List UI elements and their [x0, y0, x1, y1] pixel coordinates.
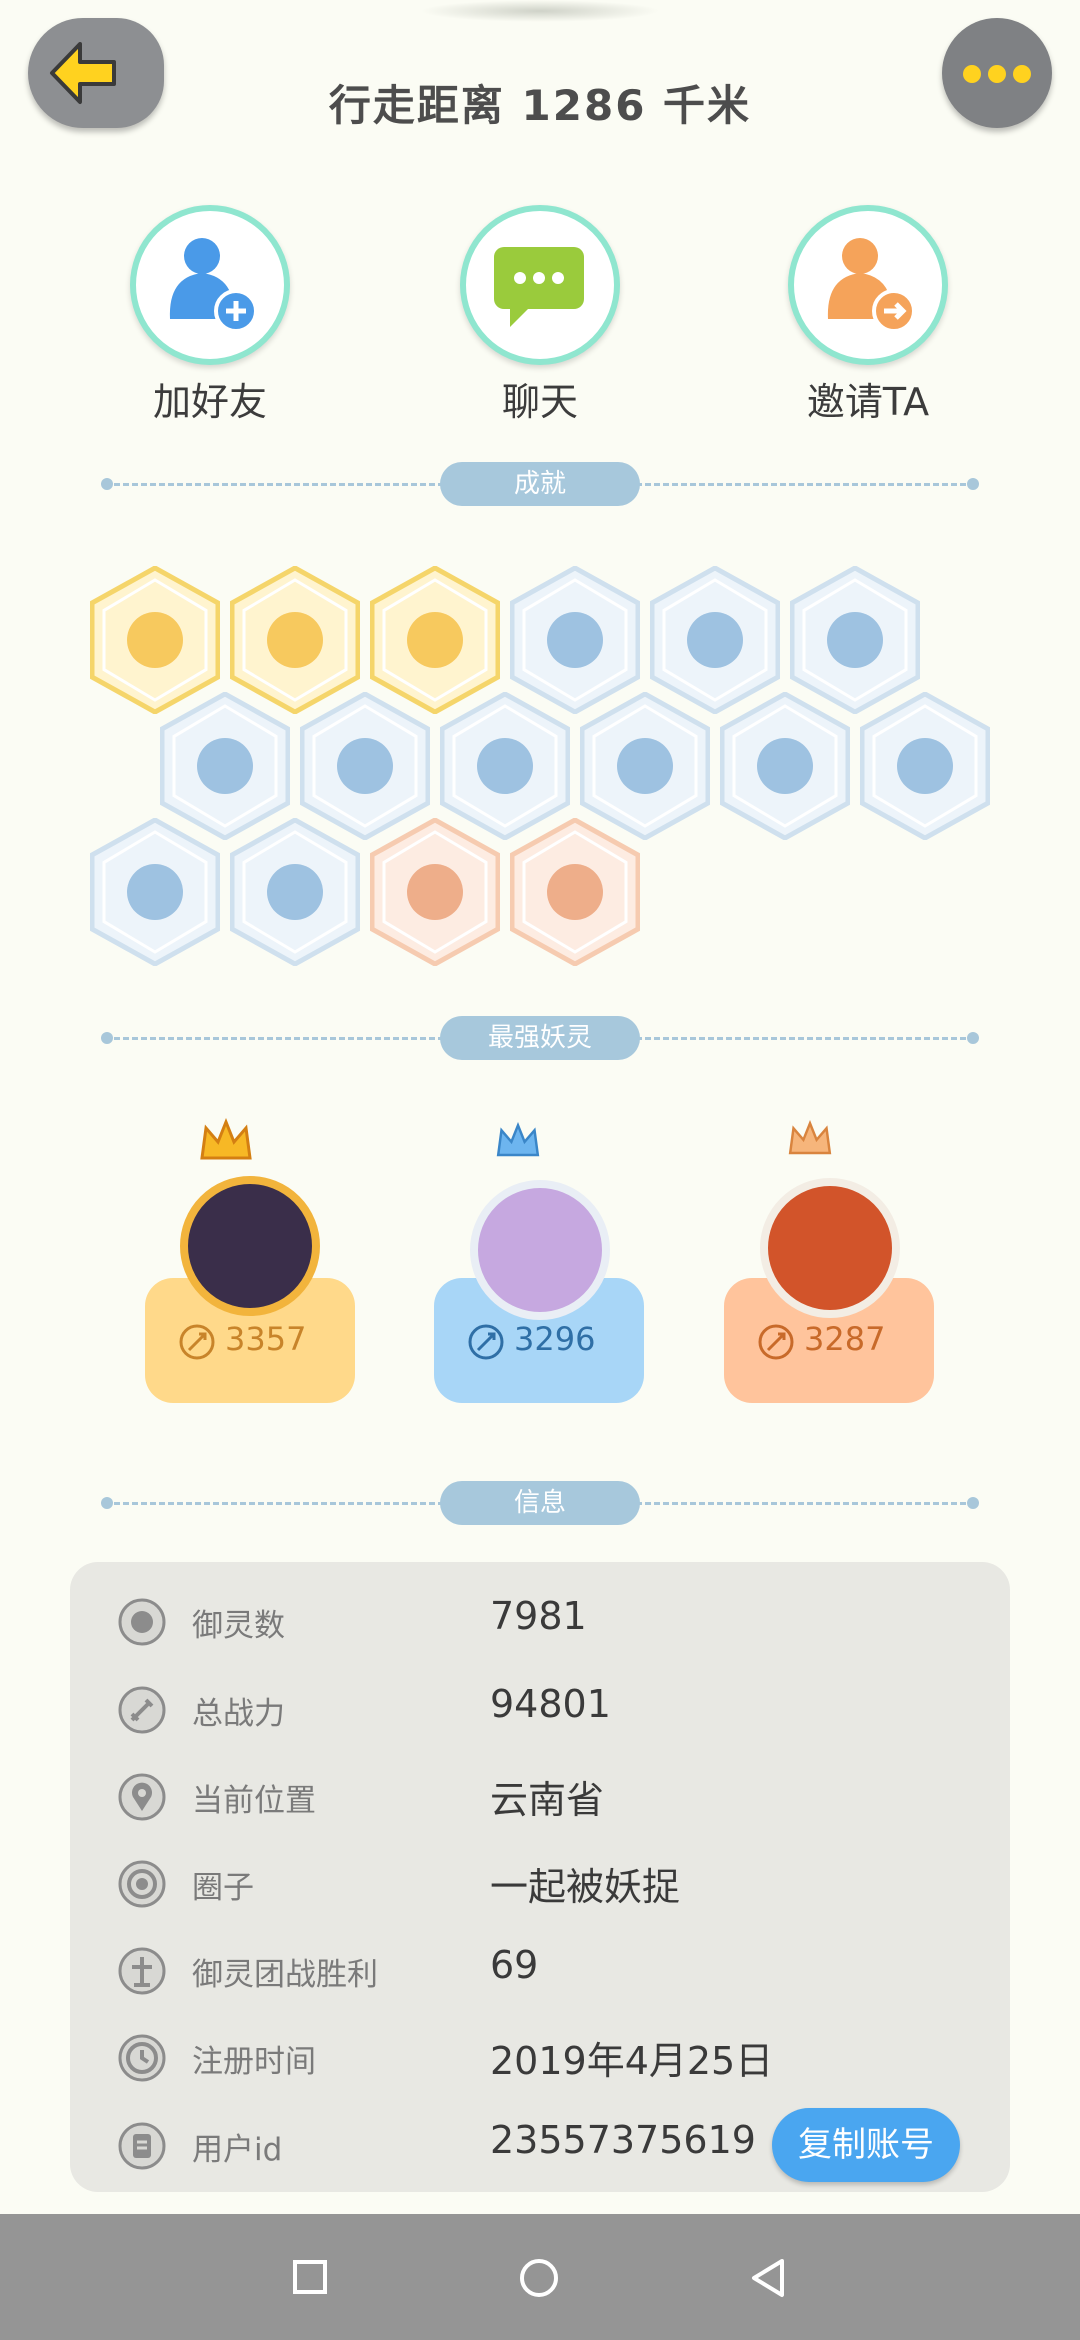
spirit-avatar-3[interactable]	[760, 1178, 900, 1318]
achievement-badge-icon[interactable]	[860, 692, 990, 840]
strongest-score-3: 3287	[804, 1320, 886, 1358]
info-row-location: 当前位置 云南省	[70, 1753, 1010, 1841]
info-row-total-power: 总战力 94801	[70, 1666, 1010, 1754]
power-icon	[179, 1324, 215, 1360]
home-icon[interactable]	[518, 2257, 560, 2299]
chat-label: 聊天	[501, 380, 578, 424]
user-id-value: 23557375619	[490, 2118, 756, 2162]
info-value: 7981	[490, 1594, 587, 1638]
sword-icon	[118, 1686, 166, 1734]
crown-icon	[494, 1121, 542, 1164]
strongest-divider: 最强妖灵	[101, 1016, 979, 1060]
info-label: 注册时间	[192, 2044, 316, 2080]
add-friend-label: 加好友	[152, 380, 267, 424]
trophy-icon	[118, 1947, 166, 1995]
clock-icon	[118, 2034, 166, 2082]
invite-label: 邀请TA	[806, 380, 930, 424]
achievement-badge-icon[interactable]	[90, 818, 220, 966]
location-pin-icon	[118, 1773, 166, 1821]
info-panel: 御灵数 7981 总战力 94801 当前位置 云南省 圈子 一起被妖捉 御灵团…	[70, 1562, 1010, 2192]
info-value: 94801	[490, 1682, 611, 1726]
circle-group-icon	[118, 1860, 166, 1908]
invite-button[interactable]: 邀请TA	[768, 205, 968, 426]
achievement-badge-icon[interactable]	[230, 818, 360, 966]
crown-icon	[198, 1117, 254, 1168]
achievement-badge-icon[interactable]	[370, 818, 500, 966]
info-label: 总战力	[192, 1696, 285, 1732]
info-value: 69	[490, 1943, 539, 1987]
strongest-score-2: 3296	[514, 1320, 596, 1358]
info-label: 当前位置	[192, 1783, 316, 1819]
top-decoration	[420, 0, 660, 22]
recent-apps-icon[interactable]	[292, 2259, 328, 2295]
info-heading: 信息	[440, 1481, 640, 1525]
power-icon	[468, 1324, 504, 1360]
add-friend-icon	[169, 238, 258, 333]
info-row-spirit-count: 御灵数 7981	[70, 1578, 1010, 1666]
spirit-avatar-1[interactable]	[180, 1176, 320, 1316]
info-value: 2019年4月25日	[490, 2039, 774, 2083]
crown-icon	[786, 1119, 834, 1162]
chat-icon	[494, 247, 584, 327]
strongest-heading: 最强妖灵	[440, 1016, 640, 1060]
info-row-circle: 圈子 一起被妖捉	[70, 1840, 1010, 1928]
system-nav-bar	[0, 2214, 1080, 2340]
walking-distance-title: 行走距离 1286 千米	[328, 81, 752, 130]
achievement-badge-icon[interactable]	[720, 692, 850, 840]
achievements-heading: 成就	[440, 462, 640, 506]
info-label: 用户id	[192, 2132, 283, 2168]
achievements-divider: 成就	[101, 462, 979, 506]
info-value: 一起被妖捉	[490, 1865, 681, 1909]
achievement-badge-icon[interactable]	[510, 818, 640, 966]
id-card-icon	[118, 2122, 166, 2170]
nav-back-icon[interactable]	[748, 2257, 788, 2299]
copy-account-button[interactable]: 复制账号	[772, 2108, 960, 2182]
info-row-register-date: 注册时间 2019年4月25日	[70, 2014, 1010, 2102]
info-value: 云南省	[490, 1778, 605, 1822]
info-divider: 信息	[101, 1481, 979, 1525]
spirit-count-icon	[118, 1598, 166, 1646]
add-friend-button[interactable]: 加好友	[110, 205, 310, 426]
chat-button[interactable]: 聊天	[440, 205, 640, 426]
info-label: 圈子	[192, 1870, 254, 1906]
info-row-user-id: 用户id 23557375619 复制账号	[70, 2102, 1010, 2190]
spirit-avatar-2[interactable]	[470, 1180, 610, 1320]
info-label: 御灵数	[192, 1608, 285, 1644]
info-row-team-wins: 御灵团战胜利 69	[70, 1927, 1010, 2015]
invite-icon	[827, 238, 916, 333]
power-icon	[758, 1324, 794, 1360]
info-label: 御灵团战胜利	[192, 1957, 378, 1993]
strongest-score-1: 3357	[225, 1320, 307, 1358]
